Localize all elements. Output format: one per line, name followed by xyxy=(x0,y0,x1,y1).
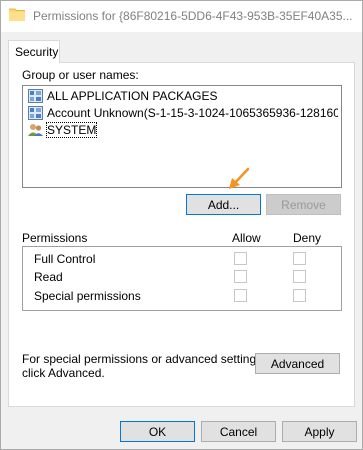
title-bar: Permissions for {86F80216-5DD6-4F43-953B… xyxy=(1,1,362,32)
special-allow-checkbox[interactable] xyxy=(234,289,247,302)
window-title: Permissions for {86F80216-5DD6-4F43-953B… xyxy=(33,9,353,23)
advanced-button[interactable]: Advanced xyxy=(255,353,340,374)
permissions-dialog: Permissions for {86F80216-5DD6-4F43-953B… xyxy=(0,0,363,450)
pointer-arrow-icon xyxy=(229,167,250,189)
full-control-allow-checkbox[interactable] xyxy=(234,252,247,265)
list-item-account-unknown[interactable]: Account Unknown(S-1-15-3-1024-1065365936… xyxy=(25,105,338,121)
permission-full-control-label: Full Control xyxy=(34,252,96,266)
group-user-list[interactable]: ALL APPLICATION PACKAGES Account Unknown… xyxy=(22,85,342,188)
folder-icon xyxy=(9,8,25,21)
advanced-help-text-line1: For special permissions or advanced sett… xyxy=(22,352,266,366)
list-item-label: Account Unknown(S-1-15-3-1024-1065365936… xyxy=(47,106,338,120)
special-deny-checkbox[interactable] xyxy=(293,289,306,302)
list-item-label: SYSTEM xyxy=(45,122,98,138)
group-icon xyxy=(28,106,43,120)
cancel-button-label: Cancel xyxy=(219,425,258,439)
full-control-deny-checkbox[interactable] xyxy=(293,252,306,265)
permission-read-label: Read xyxy=(34,270,63,284)
list-item-system[interactable]: SYSTEM xyxy=(25,122,338,138)
apply-button-label: Apply xyxy=(304,425,335,439)
deny-header: Deny xyxy=(293,231,322,245)
users-icon xyxy=(28,124,43,136)
add-button-label: Add... xyxy=(207,198,240,212)
remove-button-label: Remove xyxy=(281,198,326,212)
remove-button[interactable]: Remove xyxy=(266,194,341,215)
allow-header: Allow xyxy=(232,231,261,245)
tab-security[interactable]: Security xyxy=(8,40,60,63)
permissions-header: Permissions xyxy=(22,231,88,245)
cancel-button[interactable]: Cancel xyxy=(201,421,276,442)
advanced-help-text-line2: click Advanced. xyxy=(22,366,105,380)
ok-button[interactable]: OK xyxy=(120,421,195,442)
tab-security-label: Security xyxy=(15,45,59,59)
apply-button[interactable]: Apply xyxy=(282,421,357,442)
read-deny-checkbox[interactable] xyxy=(293,270,306,283)
group-label-text: Group or user names: xyxy=(22,68,139,82)
group-icon xyxy=(28,89,43,103)
advanced-button-label: Advanced xyxy=(270,357,325,371)
permission-special-label: Special permissions xyxy=(34,289,141,303)
list-item-all-application-packages[interactable]: ALL APPLICATION PACKAGES xyxy=(25,88,338,104)
read-allow-checkbox[interactable] xyxy=(234,270,247,283)
add-button[interactable]: Add... xyxy=(186,194,261,215)
list-item-label: ALL APPLICATION PACKAGES xyxy=(47,89,218,103)
group-or-user-names-label: Group or user names: xyxy=(22,68,139,82)
ok-button-label: OK xyxy=(148,425,167,439)
